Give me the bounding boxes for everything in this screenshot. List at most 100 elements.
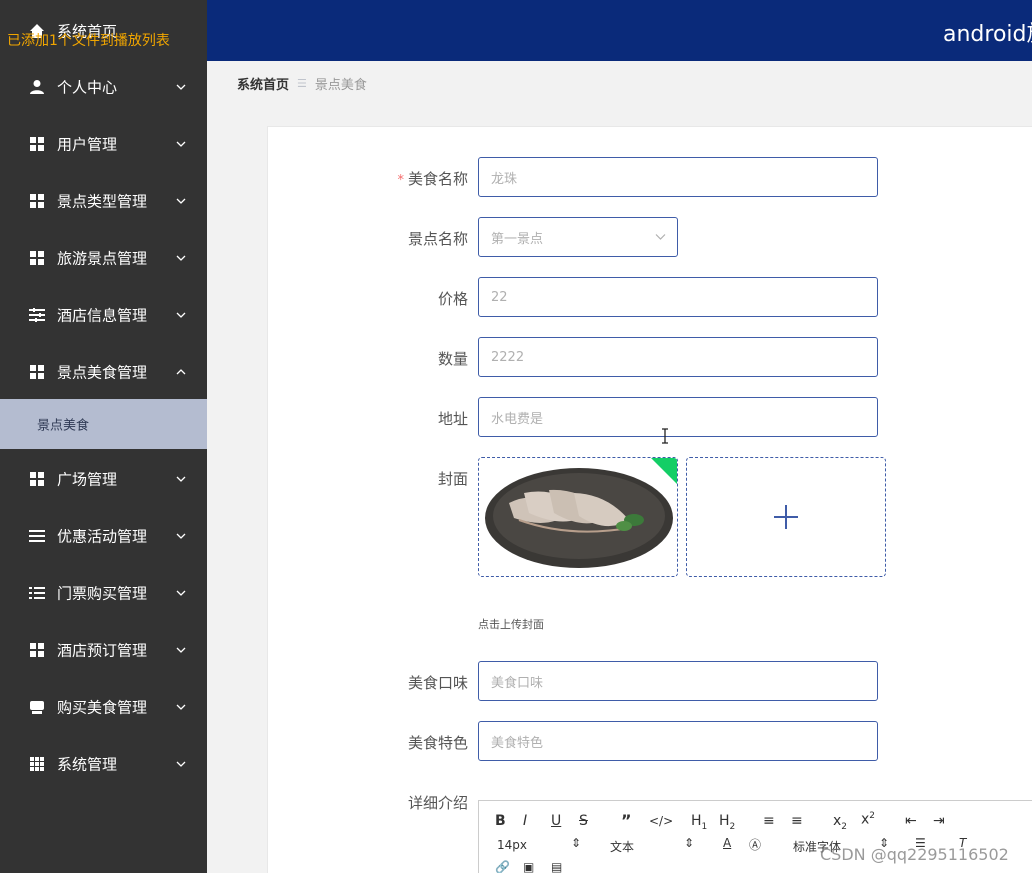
grid-icon xyxy=(29,364,45,380)
strikethrough-icon[interactable]: S xyxy=(579,813,588,829)
quantity-input[interactable]: 2222 xyxy=(478,337,878,377)
sidebar-subitem-spot-food[interactable]: 景点美食 xyxy=(0,399,207,449)
sidebar-item-ticket-purchase-management[interactable]: 门票购买管理 xyxy=(0,564,207,621)
sidebar-item-spot-type-management[interactable]: 景点类型管理 xyxy=(0,172,207,229)
ordered-list-icon[interactable]: ≡ xyxy=(763,813,775,829)
grid-icon xyxy=(29,250,45,266)
sidebar-item-label: 酒店预订管理 xyxy=(57,641,148,659)
sliders-icon xyxy=(29,307,45,323)
sidebar-item-hotel-booking-management[interactable]: 酒店预订管理 xyxy=(0,621,207,678)
chevron-down-icon xyxy=(176,647,186,653)
text-cursor-icon xyxy=(662,428,668,444)
code-icon[interactable]: </> xyxy=(649,814,673,828)
spot-name-value: 第一景点 xyxy=(491,231,544,247)
font-color-icon[interactable]: A xyxy=(723,836,731,850)
list-icon xyxy=(29,528,45,544)
app-title: android旅 xyxy=(943,22,1032,47)
image-icon[interactable]: ▣ xyxy=(523,860,534,873)
underline-icon[interactable]: U xyxy=(551,813,561,829)
food-name-input[interactable]: 龙珠 xyxy=(478,157,878,197)
chevron-down-icon xyxy=(176,255,186,261)
sidebar-item-label: 系统管理 xyxy=(57,755,118,773)
quantity-value: 2222 xyxy=(491,349,525,365)
taste-label: 美食口味 xyxy=(407,674,468,692)
cover-upload-tip: 点击上传封面 xyxy=(478,618,544,631)
outdent-icon[interactable]: ⇤ xyxy=(905,813,917,829)
shrimp-dish-image xyxy=(479,458,677,576)
breadcrumb-current: 景点美食 xyxy=(314,78,367,93)
sidebar-item-user-management[interactable]: 用户管理 xyxy=(0,115,207,172)
top-header: android旅 xyxy=(207,0,1032,61)
grid-icon xyxy=(29,642,45,658)
breadcrumb-separator-icon: ☰ xyxy=(297,77,307,90)
chevron-down-icon xyxy=(176,476,186,482)
breadcrumb-home[interactable]: 系统首页 xyxy=(237,74,289,93)
superscript-icon[interactable]: x2 xyxy=(861,811,875,828)
chevron-down-icon xyxy=(176,141,186,147)
taste-input[interactable]: 美食口味 xyxy=(478,661,878,701)
spot-name-select[interactable]: 第一景点 xyxy=(478,217,678,257)
sidebar-item-tourist-spot-management[interactable]: 旅游景点管理 xyxy=(0,229,207,286)
sidebar-item-label: 旅游景点管理 xyxy=(57,249,148,267)
watermark: CSDN @qq2295116502 xyxy=(820,845,1009,864)
sidebar-item-food-purchase-management[interactable]: 购买美食管理 xyxy=(0,678,207,735)
food-name-value: 龙珠 xyxy=(491,171,518,187)
sidebar-item-label: 广场管理 xyxy=(57,470,118,488)
bold-icon[interactable]: B xyxy=(495,813,506,829)
sidebar-subitem-label: 景点美食 xyxy=(37,418,90,434)
feature-placeholder: 美食特色 xyxy=(491,735,544,751)
subscript-icon[interactable]: x2 xyxy=(833,813,847,832)
price-label: 价格 xyxy=(437,290,468,308)
sidebar-item-label: 景点类型管理 xyxy=(57,192,148,210)
sidebar-item-hotel-info-management[interactable]: 酒店信息管理 xyxy=(0,286,207,343)
paragraph-dropdown-icon: ⇕ xyxy=(684,836,695,850)
required-asterisk: * xyxy=(397,173,404,188)
chevron-down-icon xyxy=(176,704,186,710)
plus-icon xyxy=(774,505,798,529)
link-icon[interactable]: 🔗 xyxy=(495,860,510,873)
feature-input[interactable]: 美食特色 xyxy=(478,721,878,761)
sidebar-item-spot-food-management[interactable]: 景点美食管理 xyxy=(0,343,207,400)
user-icon xyxy=(29,79,45,95)
chevron-down-icon xyxy=(176,590,186,596)
heading-1-icon[interactable]: H1 xyxy=(691,813,707,832)
sidebar-item-square-management[interactable]: 广场管理 xyxy=(0,450,207,507)
taste-placeholder: 美食口味 xyxy=(491,675,544,691)
sidebar-item-label: 优惠活动管理 xyxy=(57,527,148,545)
italic-icon[interactable]: I xyxy=(523,813,527,829)
sidebar-item-label: 门票购买管理 xyxy=(57,584,148,602)
detail-label: 详细介绍 xyxy=(407,794,468,812)
chevron-down-icon xyxy=(176,84,186,90)
sidebar-item-personal-center[interactable]: 个人中心 xyxy=(0,58,207,115)
cover-image-thumbnail[interactable] xyxy=(478,457,678,577)
sidebar-item-label: 个人中心 xyxy=(57,78,118,96)
food-name-label: * 美食名称 xyxy=(397,170,468,188)
font-size-dropdown-icon: ⇕ xyxy=(571,836,582,850)
paragraph-select[interactable]: 文本 xyxy=(610,838,634,855)
grid-icon xyxy=(29,193,45,209)
font-size-select[interactable]: 14px xyxy=(497,838,527,852)
sidebar-item-promotion-management[interactable]: 优惠活动管理 xyxy=(0,507,207,564)
address-input[interactable]: 水电费是 xyxy=(478,397,878,437)
background-color-icon[interactable]: Ⓐ xyxy=(749,836,761,853)
sidebar-item-label: 酒店信息管理 xyxy=(57,306,148,324)
price-value: 22 xyxy=(491,289,508,305)
indent-icon[interactable]: ⇥ xyxy=(933,813,945,829)
price-input[interactable]: 22 xyxy=(478,277,878,317)
sidebar-item-system-management[interactable]: 系统管理 xyxy=(0,735,207,792)
chevron-down-icon xyxy=(176,198,186,204)
address-label: 地址 xyxy=(437,410,468,428)
breadcrumb: 系统首页 ☰ 景点美食 xyxy=(237,74,367,93)
bullet-list-icon[interactable]: ≡ xyxy=(791,813,803,829)
heading-2-icon[interactable]: H2 xyxy=(719,813,735,832)
blockquote-icon[interactable]: ” xyxy=(621,811,632,830)
chevron-down-icon xyxy=(176,533,186,539)
cover-upload-button[interactable] xyxy=(686,457,886,577)
chevron-down-icon xyxy=(176,312,186,318)
video-icon[interactable]: ▤ xyxy=(551,860,562,873)
chevron-down-icon xyxy=(655,234,666,240)
grid-icon xyxy=(29,136,45,152)
sidebar: 系统首页 个人中心 用户管理 景点类型管理 旅游景点管理 酒店信息管理 景点美食… xyxy=(0,0,207,873)
feature-label: 美食特色 xyxy=(407,734,468,752)
sidebar-item-label: 购买美食管理 xyxy=(57,698,148,716)
